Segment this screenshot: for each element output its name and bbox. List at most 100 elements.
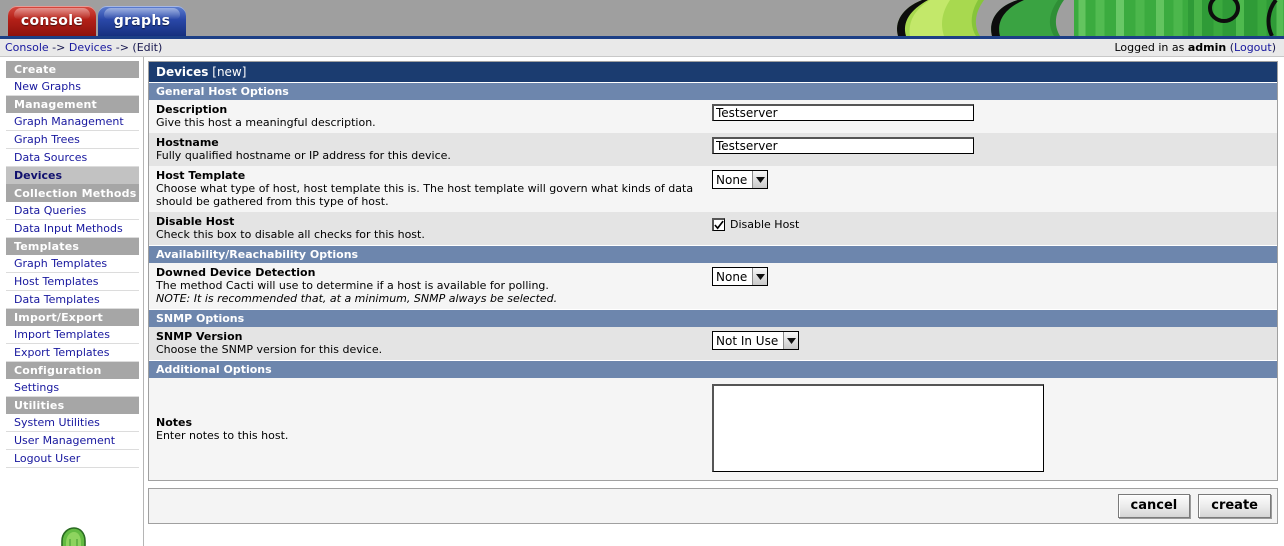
disable-host-checkbox[interactable] bbox=[712, 218, 725, 231]
host-template-label-group: Host Template Choose what type of host, … bbox=[156, 169, 712, 208]
notes-field-cell bbox=[712, 383, 1270, 475]
main-tabs: console graphs bbox=[8, 6, 186, 36]
sidebar-item-import-templates[interactable]: Import Templates bbox=[6, 326, 139, 344]
tab-console-label: console bbox=[20, 13, 84, 29]
sidebar-header-collection-methods: Collection Methods bbox=[6, 185, 139, 202]
host-template-label: Host Template bbox=[156, 169, 246, 182]
sidebar-item-new-graphs[interactable]: New Graphs bbox=[6, 78, 139, 96]
downed-device-field-cell: None bbox=[712, 266, 1270, 286]
sidebar-header-utilities: Utilities bbox=[6, 397, 139, 414]
sidebar-item-user-management[interactable]: User Management bbox=[6, 432, 139, 450]
create-button[interactable]: create bbox=[1198, 494, 1271, 518]
sidebar-item-data-templates[interactable]: Data Templates bbox=[6, 291, 139, 309]
description-field-cell bbox=[712, 103, 1270, 121]
logged-in-username: admin bbox=[1187, 41, 1227, 54]
tab-graphs[interactable]: graphs bbox=[98, 6, 186, 36]
hostname-input[interactable] bbox=[712, 137, 974, 154]
hostname-label-group: Hostname Fully qualified hostname or IP … bbox=[156, 136, 712, 162]
breadcrumb-devices[interactable]: Devices bbox=[69, 41, 112, 54]
sidebar: Create New Graphs Management Graph Manag… bbox=[0, 57, 144, 546]
sidebar-item-export-templates[interactable]: Export Templates bbox=[6, 344, 139, 362]
breadcrumb: Console -> Devices -> (Edit) bbox=[5, 41, 1114, 54]
sidebar-item-system-utilities[interactable]: System Utilities bbox=[6, 414, 139, 432]
main-content: Devices [new] General Host Options Descr… bbox=[144, 57, 1284, 546]
section-additional-options: Additional Options bbox=[149, 360, 1277, 378]
description-label-group: Description Give this host a meaningful … bbox=[156, 103, 712, 129]
host-template-select[interactable]: None bbox=[712, 170, 769, 189]
session-info: Logged in as admin (Logout) bbox=[1114, 41, 1279, 54]
sidebar-item-data-input-methods[interactable]: Data Input Methods bbox=[6, 220, 139, 238]
logout-link[interactable]: Logout bbox=[1234, 41, 1272, 54]
page-title-sub: [new] bbox=[212, 65, 247, 79]
field-row-hostname: Hostname Fully qualified hostname or IP … bbox=[149, 133, 1277, 166]
field-row-host-template: Host Template Choose what type of host, … bbox=[149, 166, 1277, 212]
breadcrumb-separator-2: -> bbox=[115, 41, 129, 54]
description-label: Description bbox=[156, 103, 228, 116]
snmp-version-label-group: SNMP Version Choose the SNMP version for… bbox=[156, 330, 712, 356]
downed-device-help: The method Cacti will use to determine i… bbox=[156, 279, 549, 292]
sidebar-header-configuration: Configuration bbox=[6, 362, 139, 379]
page-body: Create New Graphs Management Graph Manag… bbox=[0, 57, 1284, 546]
sidebar-item-settings[interactable]: Settings bbox=[6, 379, 139, 397]
sidebar-item-devices[interactable]: Devices bbox=[6, 167, 139, 185]
chevron-down-icon[interactable] bbox=[752, 171, 768, 188]
top-banner: console graphs bbox=[0, 0, 1284, 36]
page-title: Devices [new] bbox=[149, 62, 1277, 82]
description-help: Give this host a meaningful description. bbox=[156, 116, 376, 129]
sidebar-item-graph-management[interactable]: Graph Management bbox=[6, 113, 139, 131]
host-template-field-cell: None bbox=[712, 169, 1270, 189]
sidebar-item-data-sources[interactable]: Data Sources bbox=[6, 149, 139, 167]
sidebar-item-host-templates[interactable]: Host Templates bbox=[6, 273, 139, 291]
snmp-version-select[interactable]: Not In Use bbox=[712, 331, 800, 350]
sidebar-item-logout-user[interactable]: Logout User bbox=[6, 450, 139, 468]
cactus-banner-image bbox=[888, 0, 1284, 36]
page-title-main: Devices bbox=[156, 65, 209, 79]
downed-device-label: Downed Device Detection bbox=[156, 266, 316, 279]
check-icon bbox=[714, 220, 724, 230]
snmp-version-label: SNMP Version bbox=[156, 330, 243, 343]
logged-in-label: Logged in as bbox=[1114, 41, 1185, 54]
disable-host-help: Check this box to disable all checks for… bbox=[156, 228, 425, 241]
downed-device-note: NOTE: It is recommended that, at a minim… bbox=[156, 292, 558, 305]
notes-label: Notes bbox=[156, 416, 193, 429]
breadcrumb-console[interactable]: Console bbox=[5, 41, 49, 54]
notes-textarea[interactable] bbox=[712, 384, 1044, 472]
downed-device-detection-select[interactable]: None bbox=[712, 267, 769, 286]
field-row-notes: Notes Enter notes to this host. bbox=[149, 378, 1277, 480]
disable-host-label: Disable Host bbox=[156, 215, 235, 228]
devices-form-panel: Devices [new] General Host Options Descr… bbox=[148, 61, 1278, 481]
hostname-help: Fully qualified hostname or IP address f… bbox=[156, 149, 451, 162]
tab-graphs-label: graphs bbox=[113, 13, 171, 29]
chevron-down-icon[interactable] bbox=[752, 268, 768, 285]
section-availability-options: Availability/Reachability Options bbox=[149, 245, 1277, 263]
tab-console[interactable]: console bbox=[8, 6, 96, 36]
logout-paren-close: ) bbox=[1271, 41, 1276, 54]
sidebar-item-data-queries[interactable]: Data Queries bbox=[6, 202, 139, 220]
snmp-version-field-cell: Not In Use bbox=[712, 330, 1270, 350]
sidebar-item-graph-templates[interactable]: Graph Templates bbox=[6, 255, 139, 273]
notes-help: Enter notes to this host. bbox=[156, 429, 289, 442]
host-template-selected-value: None bbox=[716, 173, 748, 187]
sidebar-item-graph-trees[interactable]: Graph Trees bbox=[6, 131, 139, 149]
sidebar-header-create: Create bbox=[6, 61, 139, 78]
snmp-version-selected-value: Not In Use bbox=[716, 334, 779, 348]
form-action-bar: cancel create bbox=[148, 488, 1278, 524]
section-snmp-options: SNMP Options bbox=[149, 309, 1277, 327]
sidebar-header-templates: Templates bbox=[6, 238, 139, 255]
downed-device-selected-value: None bbox=[716, 270, 748, 284]
section-general-host-options: General Host Options bbox=[149, 82, 1277, 100]
sidebar-header-management: Management bbox=[6, 96, 139, 113]
notes-label-group: Notes Enter notes to this host. bbox=[156, 416, 712, 442]
description-input[interactable] bbox=[712, 104, 974, 121]
field-row-downed-device-detection: Downed Device Detection The method Cacti… bbox=[149, 263, 1277, 309]
cancel-button[interactable]: cancel bbox=[1117, 494, 1191, 518]
disable-host-checkbox-row[interactable]: Disable Host bbox=[712, 216, 1270, 231]
breadcrumb-separator-1: -> bbox=[52, 41, 66, 54]
chevron-down-icon[interactable] bbox=[783, 332, 799, 349]
field-row-description: Description Give this host a meaningful … bbox=[149, 100, 1277, 133]
breadcrumb-bar: Console -> Devices -> (Edit) Logged in a… bbox=[0, 39, 1284, 57]
field-row-disable-host: Disable Host Check this box to disable a… bbox=[149, 212, 1277, 245]
snmp-version-help: Choose the SNMP version for this device. bbox=[156, 343, 383, 356]
cacti-logo-icon bbox=[0, 519, 143, 546]
hostname-label: Hostname bbox=[156, 136, 219, 149]
